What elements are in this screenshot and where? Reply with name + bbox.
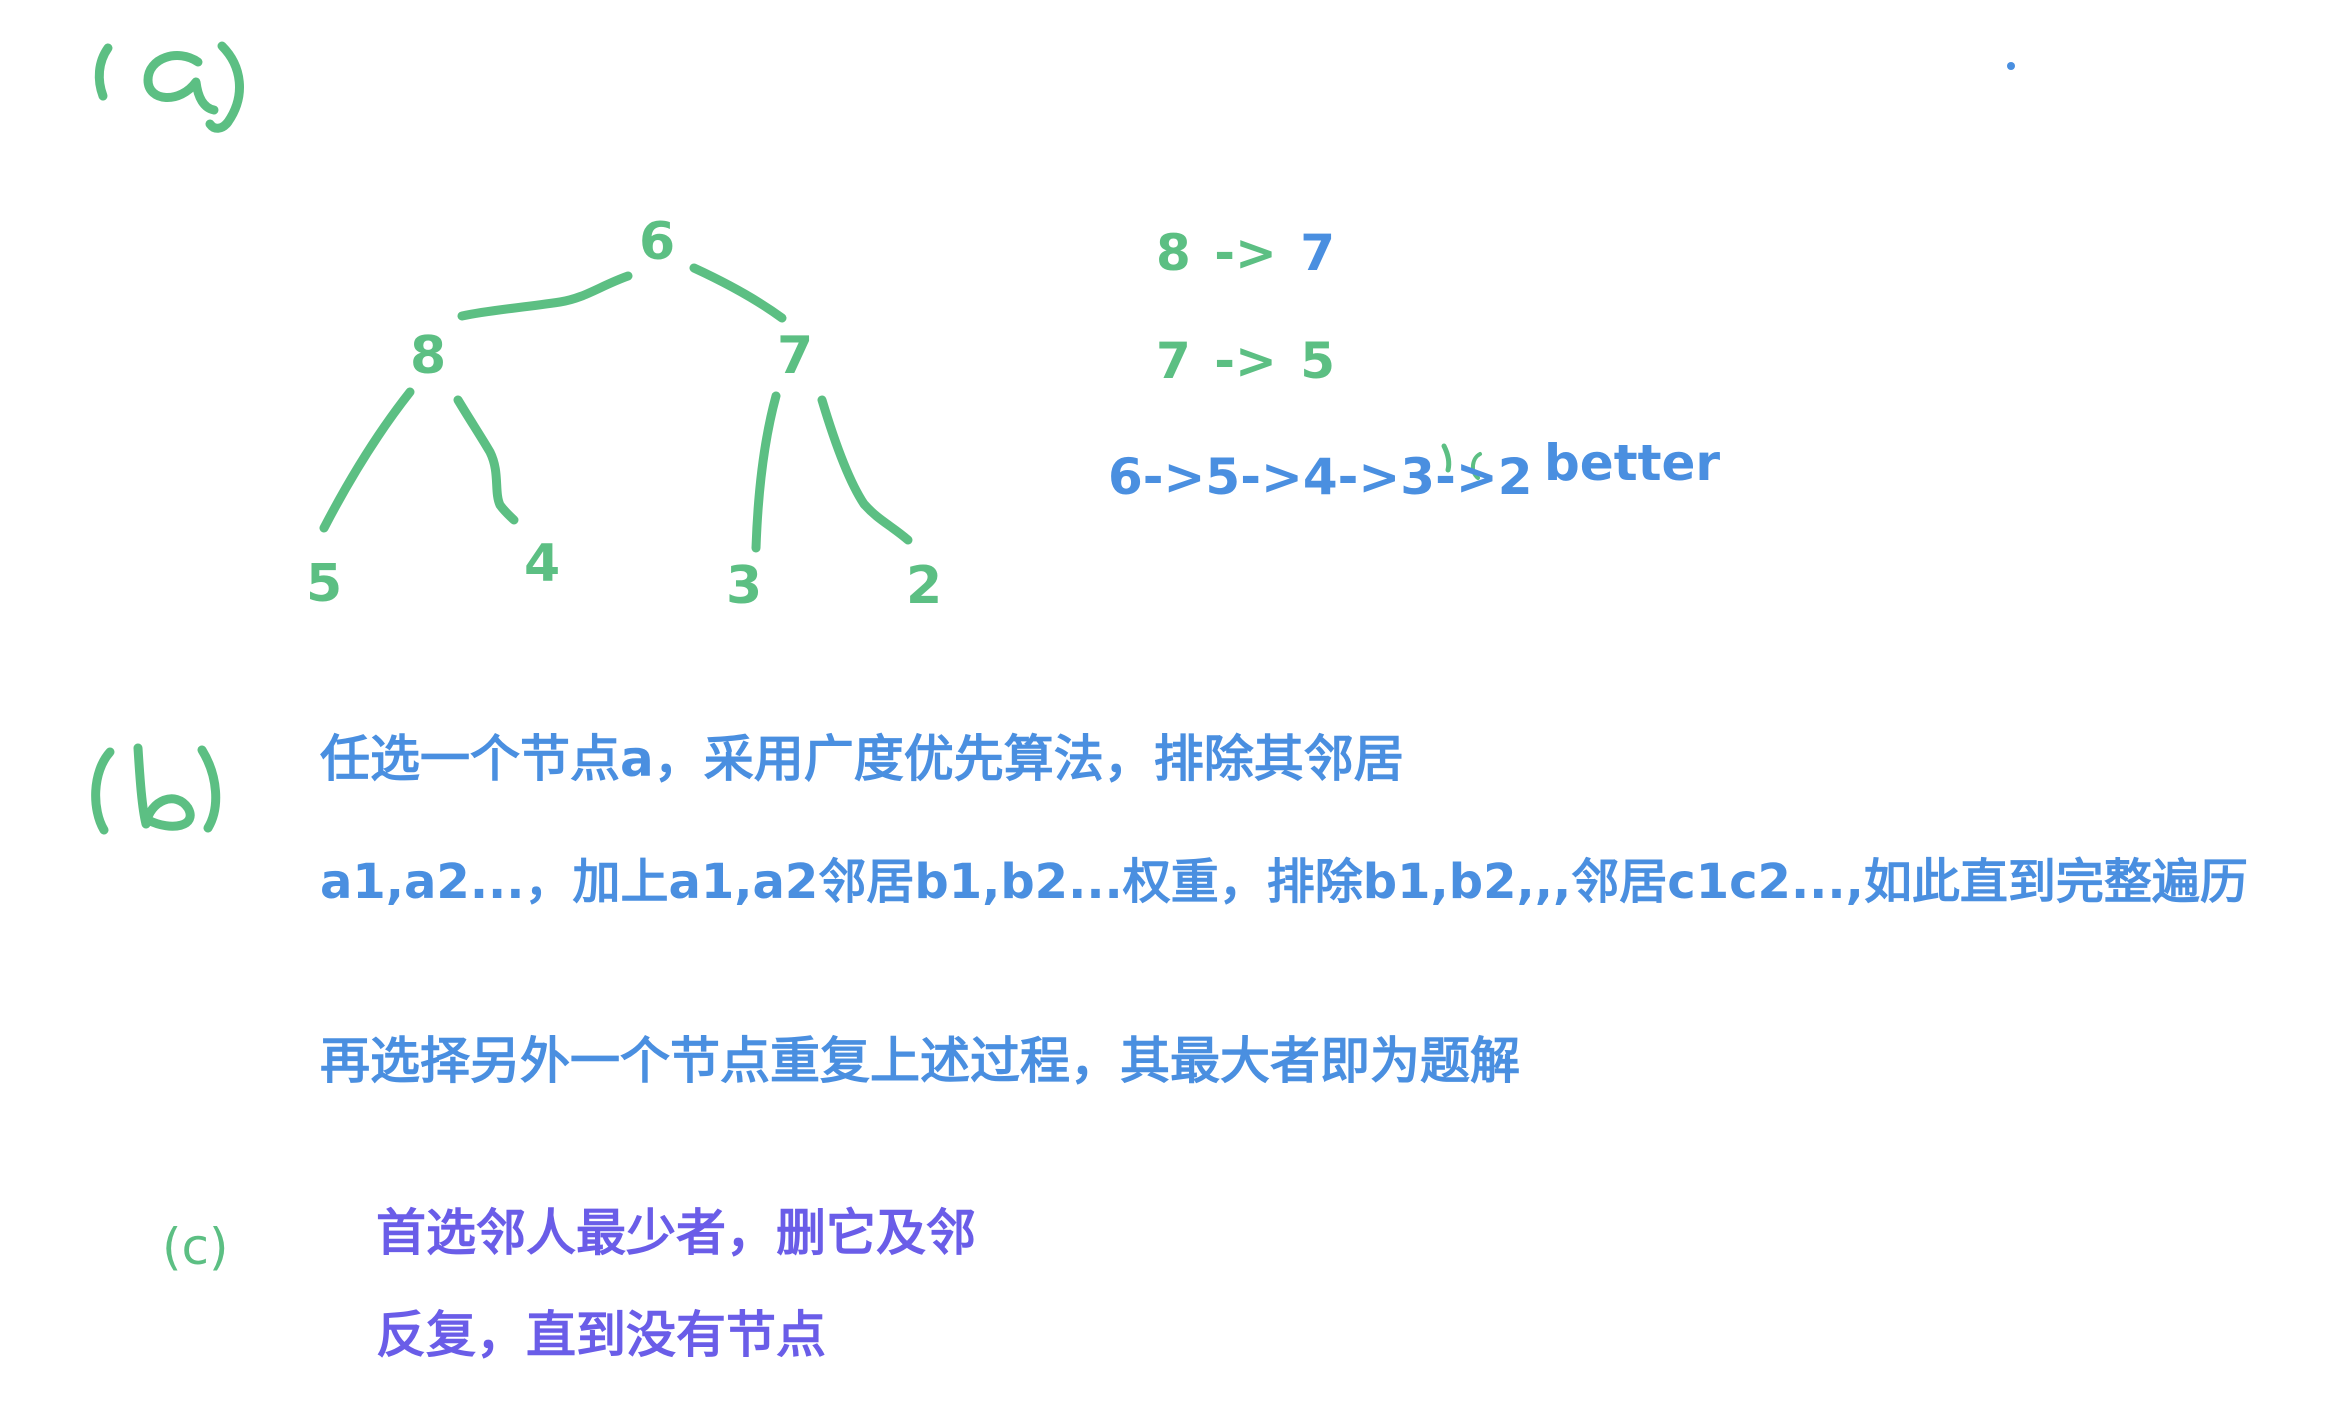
stray-dot <box>2007 62 2015 70</box>
tree-edges <box>319 263 913 553</box>
edge-7-2 <box>817 395 913 545</box>
section-b-line-2: a1,a2...，加上a1,a2邻居b1,b2...权重，排除b1,b2,,,邻… <box>320 854 2248 910</box>
chain-path: 6->5->4->3->2 <box>1108 448 1533 506</box>
edge-8-4 <box>453 395 519 525</box>
tree-leaf-3: 3 <box>726 556 763 616</box>
tree-node-root: 6 <box>639 212 676 272</box>
step-1: 8 -> 7 <box>1156 228 1335 278</box>
better-note: better <box>1544 434 1721 492</box>
section-c-line-2: 反复，直到没有节点 <box>376 1306 826 1364</box>
edge-6-8 <box>457 271 633 321</box>
step-2-arrow: -> <box>1214 332 1277 390</box>
label-a-handwritten <box>94 41 244 133</box>
tree-leaf-1: 5 <box>306 554 343 614</box>
tree-node-left: 8 <box>410 326 447 386</box>
section-c-label: (c) <box>162 1218 229 1276</box>
edge-8-5 <box>319 387 415 533</box>
step-1-arrow: -> <box>1214 224 1277 282</box>
section-b-line-3: 再选择另外一个节点重复上述过程，其最大者即为题解 <box>320 1032 1520 1090</box>
label-b-handwritten <box>91 743 221 835</box>
section-b-line-1: 任选一个节点a，采用广度优先算法，排除其邻居 <box>320 730 1404 788</box>
tree-leaf-2: 4 <box>524 534 561 594</box>
step-2: 7 -> 5 <box>1156 336 1335 386</box>
step-2-from: 7 <box>1156 332 1191 390</box>
tree-leaf-4: 2 <box>906 556 943 616</box>
step-1-from: 8 <box>1156 224 1191 282</box>
edge-6-7 <box>689 263 787 323</box>
section-c-line-1: 首选邻人最少者，删它及邻 <box>376 1204 976 1262</box>
tree-node-right: 7 <box>777 326 814 386</box>
edge-7-3 <box>751 391 781 553</box>
step-1-to: 7 <box>1300 224 1336 282</box>
ink-layer <box>91 41 2015 835</box>
step-2-to: 5 <box>1300 332 1336 390</box>
